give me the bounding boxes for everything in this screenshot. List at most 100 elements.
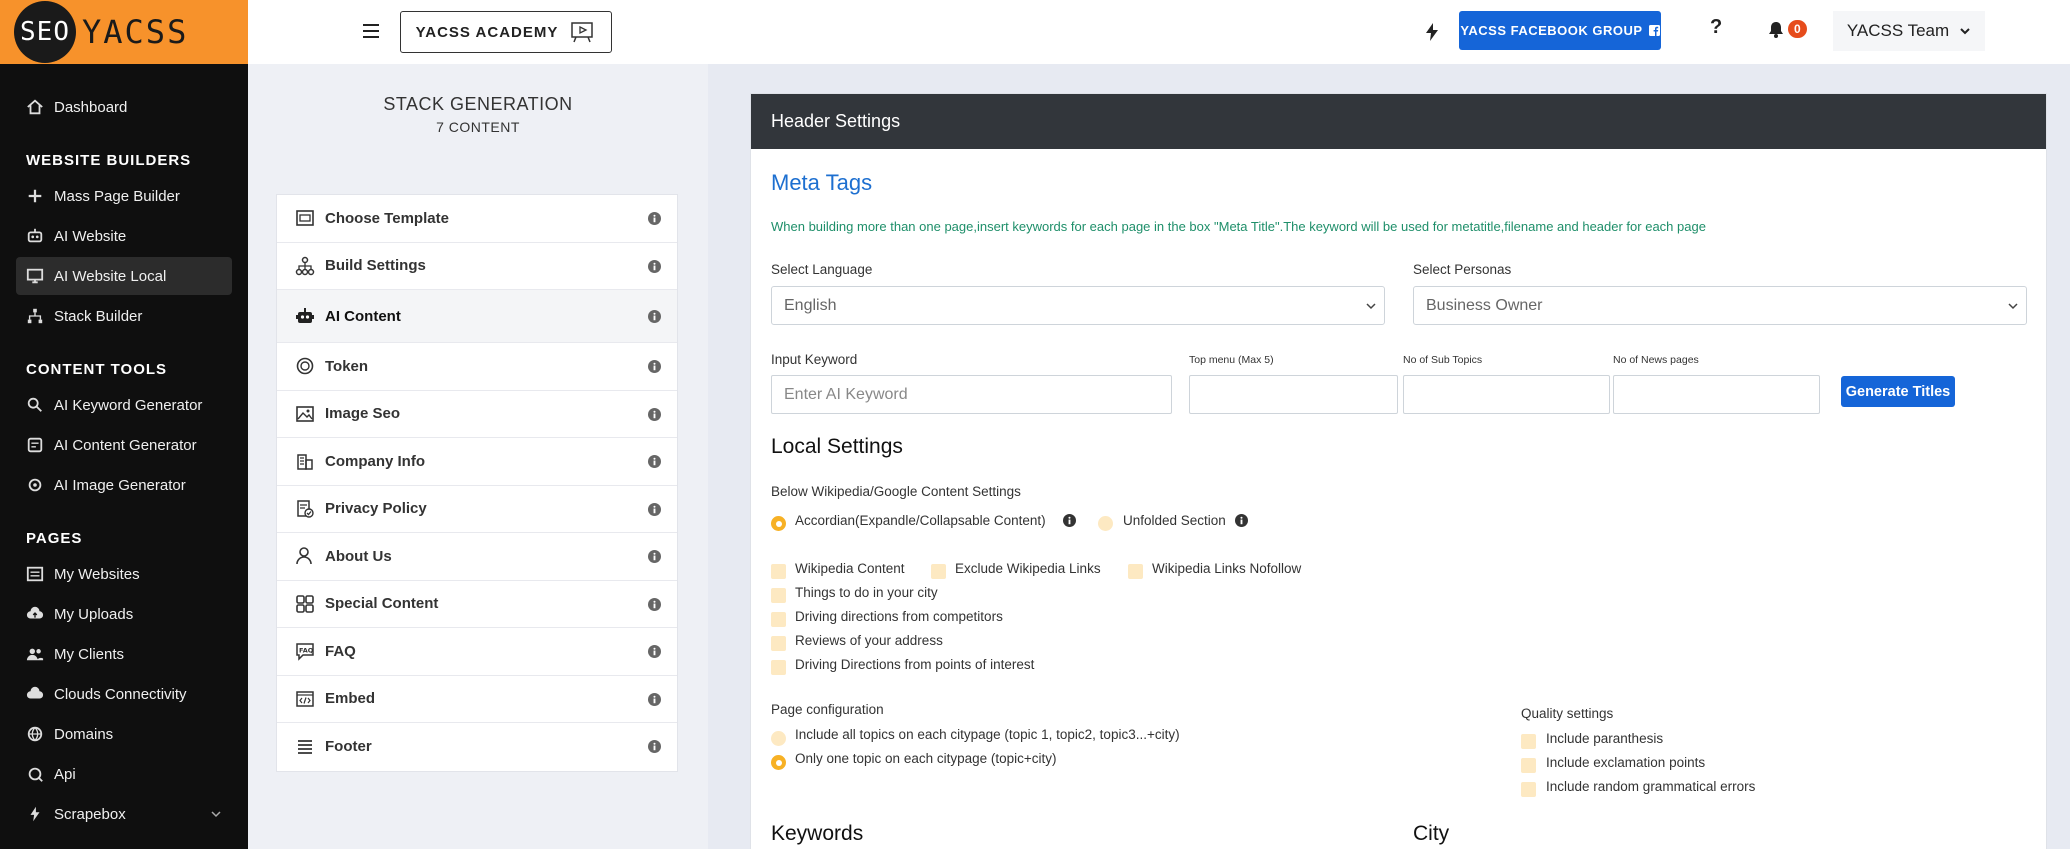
sidebar-item-ai-website[interactable]: AI Website [16,217,232,255]
step-footer[interactable]: Footer [277,723,677,771]
exclude-wiki-checkbox[interactable] [931,564,946,579]
notifications-button[interactable]: 0 [1768,20,1807,38]
step-about-us[interactable]: About Us [277,533,677,581]
sidebar-item-my-websites[interactable]: My Websites [16,555,232,593]
language-select[interactable]: English [771,286,1385,325]
accordion-label: Accordian(Expandle/Collapsable Content) [795,513,1046,528]
wiki-nofollow-checkbox[interactable] [1128,564,1143,579]
team-dropdown[interactable]: YACSS Team [1833,11,1985,51]
info-icon[interactable] [648,310,661,323]
quality-label: Quality settings [1521,706,1614,721]
sidebar-item-dashboard[interactable]: Dashboard [16,88,232,126]
language-value: English [784,296,837,314]
facebook-group-button[interactable]: YACSS FACEBOOK GROUP [1459,11,1661,50]
step-privacy-policy[interactable]: Privacy Policy [277,486,677,533]
sidebar-item-stack-builder[interactable]: Stack Builder [16,297,232,335]
api-icon [28,767,43,782]
sidebar-section-title: WEBSITE BUILDERS [26,152,192,169]
info-icon[interactable] [648,455,661,468]
sidebar-item-ai-website-local[interactable]: AI Website Local [16,257,232,295]
step-embed[interactable]: Embed [277,676,677,723]
globe-icon [27,726,43,742]
personas-select[interactable]: Business Owner [1413,286,2027,325]
sidebar-item-domains[interactable]: Domains [16,715,232,753]
template-icon [296,210,314,227]
building-icon [297,454,313,470]
bolt-icon [30,806,40,822]
quick-action-button[interactable] [1418,18,1446,46]
info-icon[interactable] [1235,514,1248,527]
driving-competitors-checkbox[interactable] [771,612,786,627]
step-label: Embed [325,690,376,708]
chevron-down-icon [1960,28,1970,35]
reviews-checkbox[interactable] [771,636,786,651]
step-image-seo[interactable]: Image Seo [277,391,677,438]
info-icon[interactable] [648,645,661,658]
menu-toggle-button[interactable] [358,18,384,44]
sidebar-item-api[interactable]: Api [16,755,232,793]
exclude-wiki-label: Exclude Wikipedia Links [955,561,1101,576]
sidebar-item-label: Api [54,765,76,783]
step-choose-template[interactable]: Choose Template [277,195,677,243]
sidebar-item-label: AI Keyword Generator [54,396,203,414]
top-menu-input[interactable] [1189,375,1398,414]
sidebar-item-ai-content-generator[interactable]: AI Content Generator [16,426,232,464]
one-topic-radio[interactable] [771,755,786,770]
step-build-settings[interactable]: Build Settings [277,243,677,290]
info-icon[interactable] [648,212,661,225]
sidebar-item-ai-image-generator[interactable]: AI Image Generator [16,466,232,504]
info-icon[interactable] [648,360,661,373]
sub-topics-input[interactable] [1403,375,1610,414]
step-company-info[interactable]: Company Info [277,438,677,486]
keyword-input[interactable]: Enter AI Keyword [771,375,1172,414]
grammar-errors-checkbox[interactable] [1521,782,1536,797]
sidebar-item-ai-keyword-generator[interactable]: AI Keyword Generator [16,386,232,424]
sidebar-item-my-uploads[interactable]: My Uploads [16,595,232,633]
team-label: YACSS Team [1846,21,1950,40]
parenthesis-checkbox[interactable] [1521,734,1536,749]
driving-competitors-label: Driving directions from competitors [795,609,1003,624]
accordion-radio[interactable] [771,516,786,531]
info-icon[interactable] [648,597,661,611]
step-ai-content[interactable]: AI Content [277,290,677,343]
info-icon[interactable] [648,502,661,516]
help-button[interactable]: ? [1710,16,1722,39]
sidebar-item-scrapebox[interactable]: Scrapebox [16,795,232,833]
info-icon[interactable] [648,407,661,421]
exclamation-checkbox[interactable] [1521,758,1536,773]
wiki-content-checkbox[interactable] [771,564,786,579]
sidebar-item-mass-page-builder[interactable]: Mass Page Builder [16,177,232,215]
stack-steps-column: STACK GENERATION 7 CONTENT Choose Templa… [248,64,708,849]
driving-poi-checkbox[interactable] [771,660,786,675]
step-faq[interactable]: FAQ FAQ [277,628,677,676]
info-icon[interactable] [648,550,661,563]
sidebar-item-label: Clouds Connectivity [54,685,187,703]
info-icon[interactable] [1063,514,1076,527]
personas-label: Select Personas [1413,262,1512,277]
step-special-content[interactable]: Special Content [277,581,677,628]
step-token[interactable]: Token [277,343,677,391]
unfolded-radio[interactable] [1098,516,1113,531]
driving-poi-label: Driving Directions from points of intere… [795,657,1035,672]
sub-topics-label: No of Sub Topics [1403,354,1483,366]
info-icon[interactable] [648,740,661,753]
stack-title: STACK GENERATION [383,94,573,114]
include-all-topics-label: Include all topics on each citypage (top… [795,727,1180,742]
include-all-topics-radio[interactable] [771,731,786,746]
language-label: Select Language [771,262,873,277]
news-pages-input[interactable] [1613,375,1820,414]
sidebar-item-clouds-connectivity[interactable]: Clouds Connectivity [16,675,232,713]
city-title: City [1413,822,1450,845]
logo[interactable]: SEO YACSS [0,0,248,64]
logo-wordmark: YACSS [82,13,189,51]
things-to-do-checkbox[interactable] [771,588,786,603]
sidebar-item-my-clients[interactable]: My Clients [16,635,232,673]
generate-titles-button[interactable]: Generate Titles [1841,376,1955,407]
info-icon[interactable] [648,259,661,273]
steps-list: Choose Template Build Settings AI Conten… [276,194,678,772]
info-icon[interactable] [648,692,661,706]
robot-icon [27,228,43,243]
sidebar-item-label: My Clients [54,645,125,663]
keyword-label: Input Keyword [771,352,858,367]
academy-button[interactable]: YACSS ACADEMY [400,11,612,53]
